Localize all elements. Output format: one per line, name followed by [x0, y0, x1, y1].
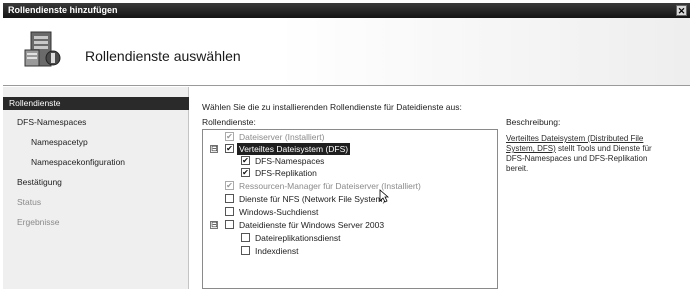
- indexdienst-checkbox[interactable]: [241, 246, 250, 255]
- server-role-icon: [24, 31, 61, 67]
- tree-item-label: Verteiltes Dateisystem (DFS): [237, 143, 351, 155]
- tree-item-label: Dateiserver (Installiert): [239, 132, 325, 142]
- description-label: Beschreibung:: [506, 117, 561, 127]
- close-icon: ✕: [677, 6, 686, 16]
- tree-item-label: Indexdienst: [255, 246, 299, 256]
- ressourcen-manager-checkbox: ✔: [225, 181, 234, 190]
- wizard-sidebar: Rollendienste DFS-Namespaces Namespacety…: [3, 87, 189, 289]
- description-text: Verteiltes Dateisystem (Distributed File…: [506, 134, 666, 174]
- roles-label: Rollendienste:: [202, 117, 256, 127]
- tree-item-label: DFS-Namespaces: [255, 156, 325, 166]
- dfs-replikation-checkbox[interactable]: ✔: [241, 168, 250, 177]
- nfs-checkbox[interactable]: [225, 194, 234, 203]
- sidebar-item-dfs-namespaces[interactable]: DFS-Namespaces: [17, 117, 86, 127]
- close-button[interactable]: ✕: [676, 5, 687, 16]
- tree-item-label: Ressourcen-Manager für Dateiserver (Inst…: [239, 181, 421, 191]
- sidebar-item-rollendienste[interactable]: Rollendienste: [3, 97, 189, 110]
- tree-item-label: DFS-Replikation: [255, 168, 317, 178]
- tree-item-label: Dateireplikationsdienst: [255, 233, 341, 243]
- sidebar-item-ergebnisse: Ergebnisse: [17, 217, 60, 227]
- sidebar-item-bestaetigung[interactable]: Bestätigung: [17, 177, 62, 187]
- window-title: Rollendienste hinzufügen: [8, 5, 118, 15]
- window-titlebar: Rollendienste hinzufügen ✕: [3, 3, 690, 18]
- tree-item-label: Windows-Suchdienst: [239, 207, 319, 217]
- dfs-checkbox[interactable]: ✔: [225, 144, 234, 153]
- dfs-namespaces-checkbox[interactable]: ✔: [241, 156, 250, 165]
- role-services-tree: ✔ Dateiserver (Installiert) ⊟ ✔ Verteilt…: [202, 129, 498, 289]
- collapse-icon[interactable]: ⊟: [210, 221, 218, 229]
- tree-item-label: Dienste für NFS (Network File System): [239, 194, 386, 204]
- tree-item-label: Dateidienste für Windows Server 2003: [239, 220, 385, 230]
- windows-suchdienst-checkbox[interactable]: [225, 207, 234, 216]
- sidebar-item-namespacekonfiguration[interactable]: Namespacekonfiguration: [31, 157, 125, 167]
- page-title: Rollendienste auswählen: [85, 48, 241, 64]
- instruction-text: Wählen Sie die zu installierenden Rollen…: [202, 102, 462, 112]
- dateireplikationsdienst-checkbox[interactable]: [241, 233, 250, 242]
- wizard-header: Rollendienste auswählen: [3, 18, 690, 86]
- sidebar-item-status: Status: [17, 197, 42, 207]
- mouse-cursor-icon: [379, 189, 389, 203]
- main-panel: Wählen Sie die zu installierenden Rollen…: [190, 87, 690, 289]
- sidebar-item-namespacetyp[interactable]: Namespacetyp: [31, 137, 88, 147]
- collapse-icon[interactable]: ⊟: [210, 145, 218, 153]
- dateiserver-checkbox: ✔: [225, 132, 234, 141]
- server-2003-checkbox[interactable]: [225, 220, 234, 229]
